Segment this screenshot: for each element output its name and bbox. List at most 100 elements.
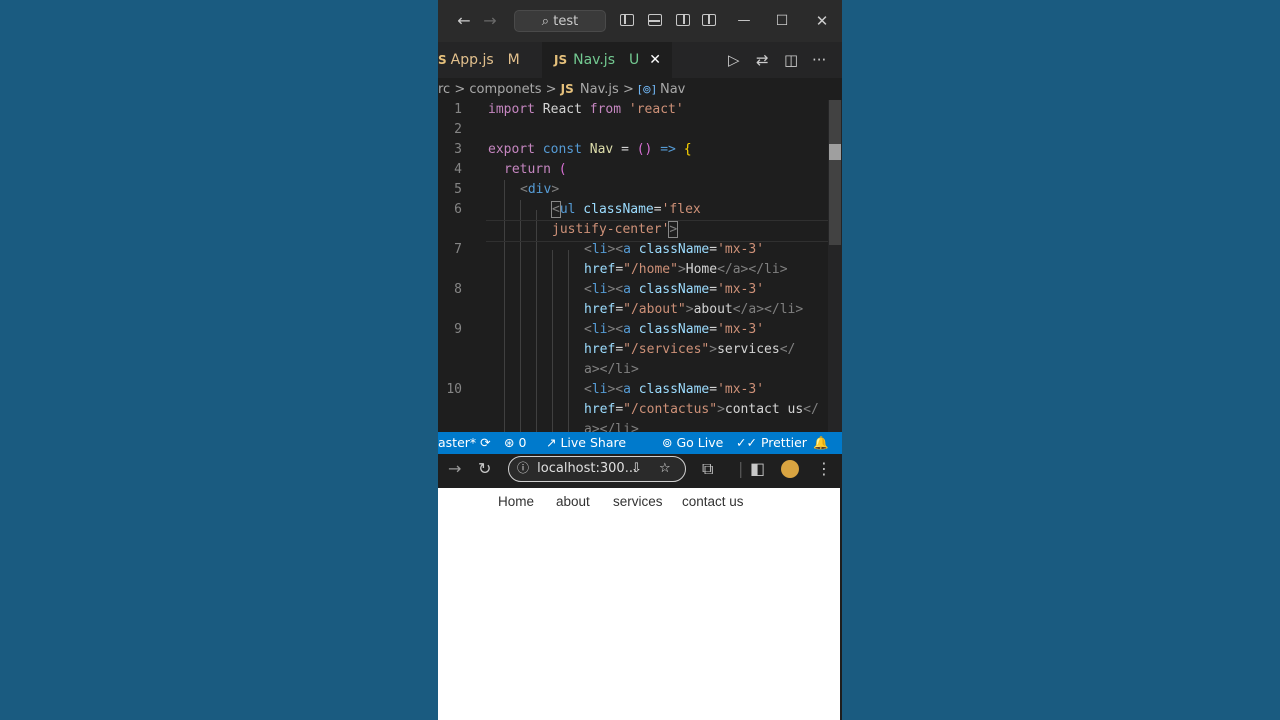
code-line: a></li>: [584, 362, 639, 377]
nav-link-about[interactable]: about: [556, 494, 590, 509]
url-text: localhost:300...: [537, 461, 638, 476]
breadcrumb-src[interactable]: rc: [438, 82, 450, 97]
symbol-icon: [⊚]: [638, 83, 656, 96]
back-arrow-icon[interactable]: ←: [454, 0, 474, 42]
indent-guide: [504, 180, 505, 432]
prettier-button[interactable]: ✓✓ Prettier: [736, 432, 807, 454]
scrollbar-thumb[interactable]: [829, 100, 841, 245]
line-number: 8: [454, 282, 462, 297]
untracked-badge: U: [629, 52, 640, 68]
profile-avatar[interactable]: [781, 460, 799, 478]
sync-icon: ⟳: [480, 435, 491, 450]
install-app-icon[interactable]: ⇩: [631, 457, 642, 480]
reload-icon[interactable]: ↻: [478, 454, 491, 484]
code-line: import React from 'react': [488, 102, 684, 117]
chevron-right-icon: >: [545, 82, 557, 97]
site-info-icon[interactable]: ⓘ: [517, 461, 529, 475]
line-number: 7: [454, 242, 462, 257]
js-file-icon: JS: [554, 53, 568, 67]
maximize-button[interactable]: ☐: [772, 0, 792, 42]
line-number: 3: [454, 142, 462, 157]
line-number: 10: [446, 382, 462, 397]
nav-link-services[interactable]: services: [613, 494, 663, 509]
indent-guide: [536, 210, 537, 432]
line-number: 2: [454, 122, 462, 137]
code-line: href="/home">Home</a></li>: [584, 262, 788, 277]
line-number: 6: [454, 202, 462, 217]
forward-arrow-icon[interactable]: →: [448, 454, 461, 484]
share-icon: ↗: [546, 435, 557, 450]
line-number: 5: [454, 182, 462, 197]
double-check-icon: ✓✓: [736, 435, 757, 450]
minimap-cursor-marker: [829, 144, 841, 160]
editor-tabs: S App.js M JS Nav.js U ✕ ▷ ⇄ ◫ ···: [438, 42, 842, 78]
code-line: href="/about">about</a></li>: [584, 302, 804, 317]
code-line: <li><a className='mx-3': [584, 282, 765, 297]
tab-label: Nav.js: [573, 52, 615, 68]
nav-link-contact-us[interactable]: contact us: [682, 494, 744, 509]
radio-icon: ⊚: [662, 435, 673, 450]
status-bar: aster* ⟳ ⊛ 0 ↗ Live Share ⊚ Go Live ✓✓ P…: [438, 432, 842, 454]
browser-menu-icon[interactable]: ⋮: [816, 454, 832, 484]
close-window-button[interactable]: ✕: [812, 0, 832, 42]
js-file-icon: S: [438, 53, 447, 67]
address-bar[interactable]: ⓘ localhost:300... ⇩ ☆: [508, 456, 686, 482]
branch-status[interactable]: aster* ⟳: [438, 432, 491, 454]
nav-link-home[interactable]: Home: [498, 494, 534, 509]
toolbar-divider: |: [738, 459, 744, 478]
code-line: href="/contactus">contact us</: [584, 402, 819, 417]
command-center-search[interactable]: ⌕ test: [514, 10, 606, 32]
more-actions-icon[interactable]: ···: [812, 42, 826, 78]
desktop-background-right: [842, 0, 1280, 720]
bookmark-star-icon[interactable]: ☆: [659, 457, 671, 480]
tab-label: App.js: [450, 52, 494, 68]
toggle-secondary-sidebar-icon[interactable]: [676, 14, 690, 26]
code-line: <ul className='flex: [551, 201, 701, 218]
run-icon[interactable]: ▷: [728, 42, 740, 78]
customize-layout-icon[interactable]: [702, 14, 716, 26]
code-line: <li><a className='mx-3': [584, 242, 765, 257]
breadcrumb: rc > componets > JS Nav.js > [⊚] Nav: [438, 78, 842, 100]
breadcrumb-componets[interactable]: componets: [469, 82, 541, 97]
chevron-right-icon: >: [454, 82, 466, 97]
side-panel-icon[interactable]: ◧: [750, 454, 765, 484]
line-number: 1: [454, 102, 462, 117]
ports-status[interactable]: ⊛ 0: [504, 432, 526, 454]
editor-scrollbar[interactable]: [828, 100, 842, 432]
rendered-webpage: Home about services contact us: [438, 488, 840, 720]
minimize-button[interactable]: —: [734, 0, 754, 42]
indent-guide: [552, 250, 553, 432]
code-line: <li><a className='mx-3': [584, 382, 765, 397]
js-file-icon: JS: [560, 82, 574, 96]
app-window: ← → ⌕ test — ☐ ✕ S App.js M JS Nav.js U ✕ ▷ ⇄…: [438, 0, 842, 720]
code-line: <li><a className='mx-3': [584, 322, 765, 337]
line-number: 9: [454, 322, 462, 337]
split-editor-icon[interactable]: ◫: [784, 42, 798, 78]
code-line: <div>: [520, 182, 560, 197]
tab-nav-js[interactable]: JS Nav.js U ✕: [542, 42, 672, 78]
breadcrumb-file[interactable]: Nav.js: [580, 82, 619, 97]
extensions-icon[interactable]: ⧉: [702, 454, 713, 484]
search-text: test: [553, 14, 579, 29]
breadcrumb-symbol[interactable]: Nav: [660, 82, 685, 97]
code-line: export const Nav = () => {: [488, 142, 692, 157]
code-line: href="/services">services</: [584, 342, 796, 357]
code-line: a></li>: [584, 422, 639, 432]
search-icon: ⌕: [541, 14, 554, 29]
modified-badge: M: [507, 52, 520, 68]
broadcast-icon: ⊛: [504, 435, 515, 450]
compare-changes-icon[interactable]: ⇄: [756, 42, 769, 78]
toggle-panel-icon[interactable]: [648, 14, 662, 26]
chevron-right-icon: >: [622, 82, 634, 97]
go-live-button[interactable]: ⊚ Go Live: [662, 432, 723, 454]
toggle-primary-sidebar-icon[interactable]: [620, 14, 634, 26]
code-line: return (: [504, 162, 567, 177]
live-share-button[interactable]: ↗ Live Share: [546, 432, 626, 454]
notifications-bell-icon[interactable]: 🔔: [813, 432, 829, 454]
code-editor[interactable]: 1 2 3 4 5 6 7 8 9 10 import React from '…: [438, 100, 842, 432]
title-bar: ← → ⌕ test — ☐ ✕: [438, 0, 842, 42]
forward-arrow-icon[interactable]: →: [480, 0, 500, 42]
tab-app-js[interactable]: S App.js M: [438, 42, 542, 78]
close-tab-icon[interactable]: ✕: [649, 52, 661, 68]
desktop-background-left: [0, 0, 438, 720]
